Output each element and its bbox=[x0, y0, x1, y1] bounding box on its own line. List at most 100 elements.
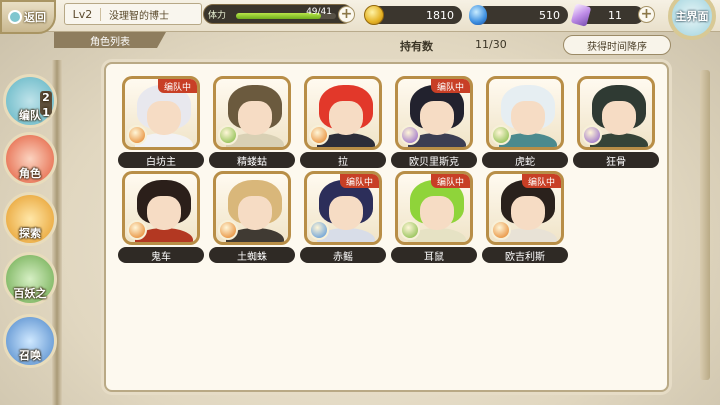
stamina-bar: 体力 49/41 bbox=[203, 4, 353, 24]
character-card[interactable]: 土蜘蛛 bbox=[209, 171, 295, 263]
character-portrait: 编队中 bbox=[304, 171, 382, 245]
character-portrait: 编队中 bbox=[486, 171, 564, 245]
player-info: Lv2 没理智的博士 bbox=[64, 3, 202, 25]
character-name: 白坊主 bbox=[118, 152, 204, 168]
player-name: 没理智的博士 bbox=[109, 10, 169, 22]
hold-label: 持有数 bbox=[400, 40, 433, 53]
crystal-value: 11 bbox=[608, 8, 622, 22]
character-card[interactable]: 编队中耳鼠 bbox=[391, 171, 477, 263]
character-face bbox=[511, 196, 545, 230]
team-count-badge: 2 1 bbox=[40, 91, 52, 119]
character-face bbox=[420, 101, 454, 135]
element-icon bbox=[218, 125, 238, 145]
character-portrait: 编队中 bbox=[395, 76, 473, 150]
tab-character-list-label: 角色列表 bbox=[90, 36, 130, 48]
sidebar: 2 1 编队 角色 探索 百妖之 召唤 bbox=[0, 40, 62, 405]
sort-button[interactable]: 获得时间降序 bbox=[563, 35, 671, 55]
element-icon bbox=[309, 220, 329, 240]
character-face bbox=[238, 101, 272, 135]
element-icon bbox=[309, 125, 329, 145]
sidebar-item-monsters[interactable]: 百妖之 bbox=[3, 252, 57, 306]
character-portrait: 编队中 bbox=[395, 171, 473, 245]
character-face bbox=[329, 101, 363, 135]
crystal-add-button[interactable]: + bbox=[638, 6, 655, 23]
sidebar-item-explore[interactable]: 探索 bbox=[3, 192, 57, 246]
gold-value: 1810 bbox=[426, 8, 454, 22]
element-icon bbox=[491, 220, 511, 240]
sidebar-item-summon-label: 召唤 bbox=[19, 349, 41, 362]
element-icon bbox=[127, 125, 147, 145]
character-face bbox=[420, 196, 454, 230]
sidebar-item-team[interactable]: 2 1 编队 bbox=[3, 74, 57, 128]
gold-coin-icon bbox=[364, 5, 384, 25]
element-icon bbox=[400, 125, 420, 145]
character-face bbox=[238, 196, 272, 230]
character-portrait bbox=[577, 76, 655, 150]
character-name: 鬼车 bbox=[118, 247, 204, 263]
character-card[interactable]: 编队中欧吉利斯 bbox=[482, 171, 568, 263]
in-team-badge: 编队中 bbox=[430, 174, 470, 188]
character-card[interactable]: 虎蛇 bbox=[482, 76, 568, 168]
character-card[interactable]: 狂骨 bbox=[573, 76, 659, 168]
stamina-label: 体力 bbox=[208, 11, 227, 21]
character-name: 虎蛇 bbox=[482, 152, 568, 168]
gem-display: 510 bbox=[476, 6, 568, 24]
character-card[interactable]: 拉 bbox=[300, 76, 386, 168]
gem-value: 510 bbox=[539, 8, 560, 22]
stamina-add-button[interactable]: + bbox=[338, 6, 355, 23]
character-face bbox=[329, 196, 363, 230]
back-button[interactable]: 返回 bbox=[0, 0, 56, 34]
character-card[interactable]: 编队中欧贝里斯克 bbox=[391, 76, 477, 168]
character-card[interactable]: 编队中赤鳐 bbox=[300, 171, 386, 263]
home-button[interactable]: 主界面 bbox=[664, 0, 720, 40]
sidebar-item-explore-label: 探索 bbox=[19, 227, 41, 240]
character-name: 狂骨 bbox=[573, 152, 659, 168]
element-icon bbox=[127, 220, 147, 240]
character-portrait bbox=[486, 76, 564, 150]
character-face bbox=[602, 101, 636, 135]
character-face bbox=[511, 101, 545, 135]
stamina-value: 49/41 bbox=[306, 7, 332, 17]
home-button-label: 主界面 bbox=[675, 10, 709, 23]
character-portrait: 编队中 bbox=[122, 76, 200, 150]
character-card[interactable]: 鬼车 bbox=[118, 171, 204, 263]
character-name: 欧吉利斯 bbox=[482, 247, 568, 263]
character-name: 土蜘蛛 bbox=[209, 247, 295, 263]
scrollbar[interactable] bbox=[700, 70, 710, 380]
character-portrait bbox=[213, 76, 291, 150]
sidebar-item-monsters-label: 百妖之 bbox=[13, 287, 47, 300]
element-icon bbox=[400, 220, 420, 240]
gem-icon bbox=[469, 5, 487, 25]
character-name: 拉 bbox=[300, 152, 386, 168]
team-badge-bottom: 1 bbox=[42, 106, 50, 119]
character-portrait bbox=[122, 171, 200, 245]
character-face bbox=[147, 196, 181, 230]
character-name: 欧贝里斯克 bbox=[391, 152, 477, 168]
character-face bbox=[147, 101, 181, 135]
in-team-badge: 编队中 bbox=[521, 174, 561, 188]
character-portrait bbox=[304, 76, 382, 150]
team-badge-top: 2 bbox=[42, 91, 50, 104]
sidebar-item-characters-label: 角色 bbox=[19, 167, 41, 180]
in-team-badge: 编队中 bbox=[157, 79, 197, 93]
character-name: 精蝼蛄 bbox=[209, 152, 295, 168]
character-portrait bbox=[213, 171, 291, 245]
in-team-badge: 编队中 bbox=[339, 174, 379, 188]
sidebar-item-team-label: 编队 bbox=[19, 109, 41, 122]
sort-button-label: 获得时间降序 bbox=[587, 41, 647, 53]
player-level: Lv2 bbox=[65, 7, 101, 21]
back-arrow-icon bbox=[8, 10, 22, 24]
sidebar-item-summon[interactable]: 召唤 bbox=[3, 314, 57, 368]
in-team-badge: 编队中 bbox=[430, 79, 470, 93]
hold-count: 11/30 bbox=[475, 38, 507, 51]
character-name: 耳鼠 bbox=[391, 247, 477, 263]
tab-character-list: 角色列表 bbox=[54, 32, 166, 48]
element-icon bbox=[582, 125, 602, 145]
character-card[interactable]: 编队中白坊主 bbox=[118, 76, 204, 168]
character-card[interactable]: 精蝼蛄 bbox=[209, 76, 295, 168]
element-icon bbox=[491, 125, 511, 145]
character-name: 赤鳐 bbox=[300, 247, 386, 263]
element-icon bbox=[218, 220, 238, 240]
sidebar-item-characters[interactable]: 角色 bbox=[3, 132, 57, 186]
back-button-label: 返回 bbox=[24, 11, 46, 24]
